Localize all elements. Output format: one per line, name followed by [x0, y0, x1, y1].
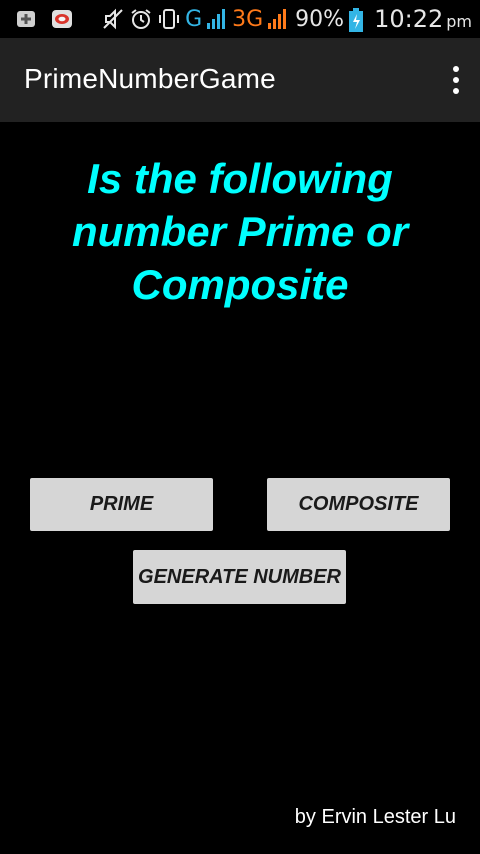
overflow-dot: [453, 66, 459, 72]
network-type-g: G: [185, 6, 203, 32]
question-line-3: Composite: [131, 261, 349, 308]
status-bar: G 3G 90% 10:22 pm: [0, 0, 480, 38]
signal-icon: [206, 7, 226, 31]
question-line-2: number Prime or: [71, 208, 409, 255]
clock: 10:22 pm: [374, 5, 472, 33]
alarm-icon: [129, 7, 153, 31]
generate-number-button[interactable]: GENERATE NUMBER: [133, 550, 346, 604]
question-text: Is the following number Prime or Composi…: [0, 152, 480, 311]
phone-vibrate-icon: [157, 7, 181, 31]
battery-charging-icon: [348, 7, 364, 32]
plus-square-icon: [14, 7, 38, 31]
notification-icons: [14, 7, 74, 31]
signal-icon: [267, 7, 287, 31]
app-title: PrimeNumberGame: [24, 63, 276, 94]
mute-icon: [101, 7, 125, 31]
overflow-dot: [453, 88, 459, 94]
app-notification-icon: [50, 7, 74, 31]
action-bar: PrimeNumberGame: [0, 38, 480, 122]
author-credit: by Ervin Lester Lu: [294, 806, 456, 828]
network-type-3g: 3G: [232, 6, 264, 32]
composite-button[interactable]: COMPOSITE: [267, 478, 450, 531]
overflow-dot: [453, 77, 459, 83]
system-status: G 3G 90% 10:22 pm: [101, 4, 472, 34]
battery-percent: 90%: [295, 6, 345, 32]
clock-ampm: pm: [446, 12, 472, 31]
overflow-menu-icon[interactable]: [452, 66, 460, 94]
app-screen: G 3G 90% 10:22 pm PrimeNumberGame Is the…: [0, 0, 480, 854]
clock-time: 10:22: [374, 5, 444, 33]
question-line-1: Is the following: [87, 155, 393, 202]
prime-button[interactable]: PRIME: [30, 478, 213, 531]
